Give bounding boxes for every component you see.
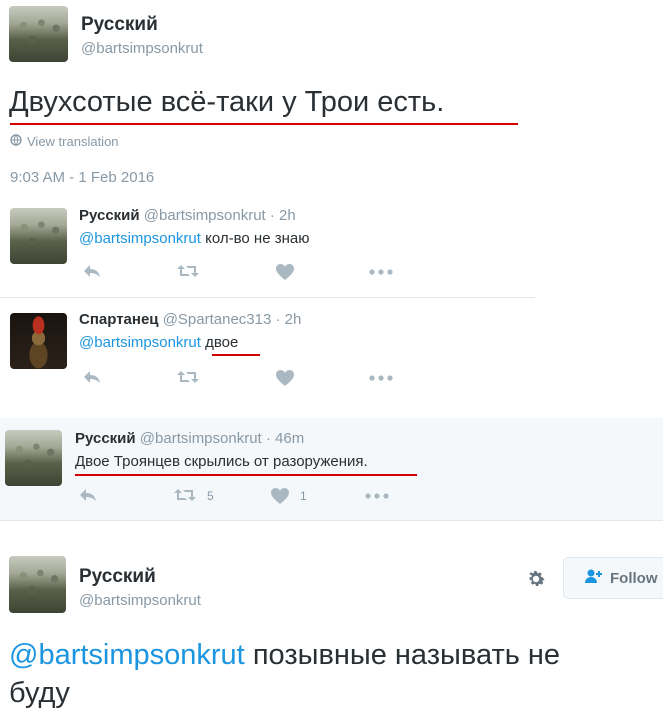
reply-time[interactable]: · 2h xyxy=(270,207,296,224)
red-underline xyxy=(212,354,260,356)
reply-text: @bartsimpsonkrut кол-во не знаю xyxy=(79,230,309,247)
mention-link[interactable]: @bartsimpsonkrut xyxy=(9,639,245,671)
reply-author-handle[interactable]: @bartsimpsonkrut xyxy=(140,430,262,447)
reply-time[interactable]: · 2h xyxy=(276,311,302,328)
add-user-icon xyxy=(584,568,604,589)
retweet-count[interactable]: 5 xyxy=(207,489,214,503)
divider xyxy=(0,297,535,298)
author-name[interactable]: Русский xyxy=(79,566,156,588)
follow-label: Follow xyxy=(610,569,658,587)
tweet-text: @bartsimpsonkrut позывные называть не бу… xyxy=(9,636,663,712)
gear-icon[interactable] xyxy=(525,568,547,595)
avatar[interactable] xyxy=(10,313,67,369)
tweet-timestamp[interactable]: 9:03 AM - 1 Feb 2016 xyxy=(10,169,154,186)
reply-icon[interactable] xyxy=(82,369,102,385)
reply-body: кол-во не знаю xyxy=(205,230,310,247)
reply-author-name[interactable]: Спартанец xyxy=(79,311,159,328)
like-count[interactable]: 1 xyxy=(300,489,307,503)
mention-link[interactable]: @bartsimpsonkrut xyxy=(79,334,201,351)
like-icon[interactable] xyxy=(275,369,295,387)
highlighted-tweet[interactable]: Русский @bartsimpsonkrut · 46m Двое Троя… xyxy=(0,418,663,521)
like-icon[interactable] xyxy=(270,487,290,505)
reply-body: Двое Троянцев скрылись от разоружения. xyxy=(75,453,368,470)
avatar[interactable] xyxy=(10,208,67,264)
follow-button[interactable]: Follow xyxy=(563,557,663,599)
reply-icon[interactable] xyxy=(82,263,102,279)
reply-header: Русский @bartsimpsonkrut · 2h xyxy=(79,207,296,224)
avatar[interactable] xyxy=(9,556,66,613)
like-icon[interactable] xyxy=(275,263,295,281)
reply-header: Спартанец @Spartanec313 · 2h xyxy=(79,311,301,328)
more-icon[interactable] xyxy=(365,493,389,499)
globe-icon xyxy=(10,134,22,149)
tweet-text-line1: позывные называть не xyxy=(252,639,561,671)
retweet-icon[interactable] xyxy=(176,263,200,279)
avatar[interactable] xyxy=(5,430,62,486)
reply-author-name[interactable]: Русский xyxy=(79,207,140,224)
view-translation-link[interactable]: View translation xyxy=(10,134,119,149)
avatar[interactable] xyxy=(9,6,68,62)
reply-text: @bartsimpsonkrut двое xyxy=(79,334,238,351)
tweet-text-line2: буду xyxy=(9,677,70,709)
red-underline xyxy=(10,123,518,125)
reply-author-handle[interactable]: @bartsimpsonkrut xyxy=(144,207,266,224)
more-icon[interactable] xyxy=(369,269,393,275)
author-name[interactable]: Русский xyxy=(81,14,158,36)
mention-link[interactable]: @bartsimpsonkrut xyxy=(79,230,201,247)
reply-time[interactable]: · 46m xyxy=(266,430,304,447)
retweet-icon[interactable] xyxy=(176,369,200,385)
reply-header: Русский @bartsimpsonkrut · 46m xyxy=(75,430,304,447)
view-translation-label: View translation xyxy=(27,134,119,149)
tweet-text: Двухсотые всё-таки у Трои есть. xyxy=(9,86,445,118)
retweet-icon[interactable] xyxy=(173,487,197,503)
author-handle[interactable]: @bartsimpsonkrut xyxy=(81,40,203,57)
reply-icon[interactable] xyxy=(78,487,98,503)
red-underline xyxy=(75,474,417,476)
more-icon[interactable] xyxy=(369,375,393,381)
reply-body: двое xyxy=(205,334,239,351)
reply-author-name[interactable]: Русский xyxy=(75,430,136,447)
author-handle[interactable]: @bartsimpsonkrut xyxy=(79,592,201,609)
reply-author-handle[interactable]: @Spartanec313 xyxy=(163,311,272,328)
